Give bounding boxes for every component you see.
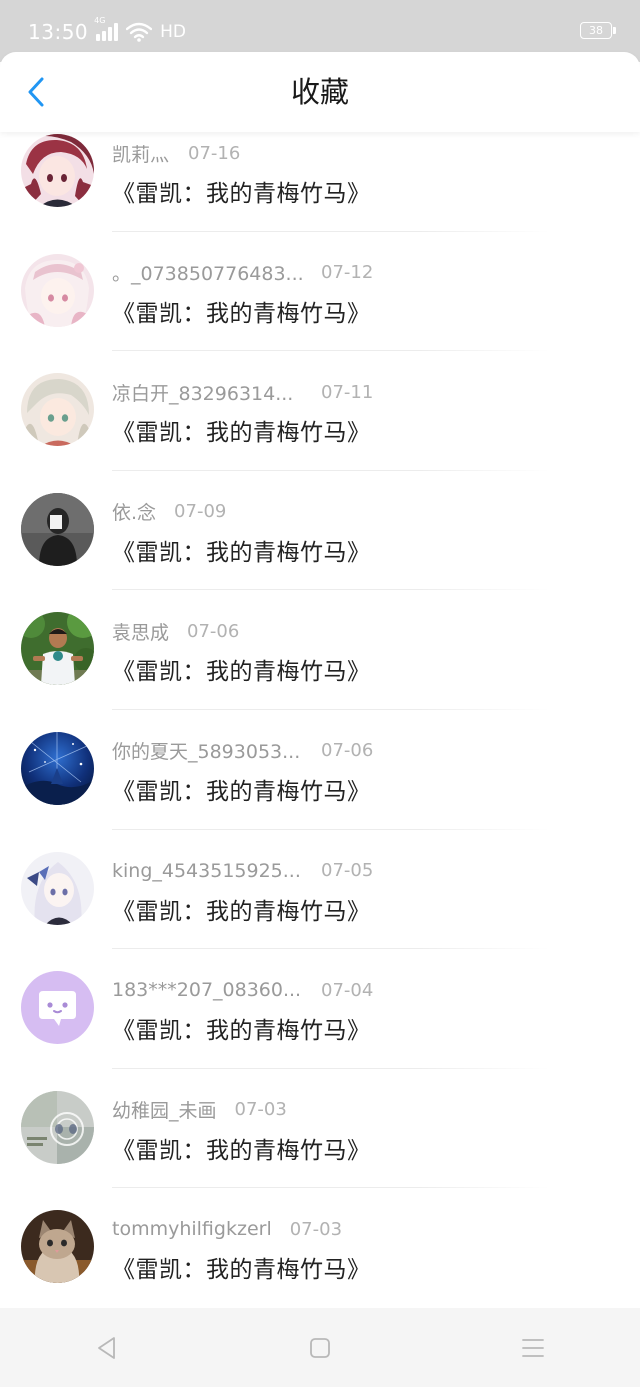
book-title[interactable]: 《雷凯：我的青梅竹马》 [112,652,371,686]
username[interactable]: king_4543515925... [112,860,301,882]
avatar[interactable] [21,1210,94,1284]
meta-row: 。_073850776483... 07-12 [112,260,373,286]
screen: 13:50 4G HD 38 收藏 凯莉灬 07-16 《雷凯：我的青梅竹马》 … [0,0,640,1387]
list-item[interactable]: 袁思成 07-06 《雷凯：我的青梅竹马》 [0,590,640,710]
book-title[interactable]: 《雷凯：我的青梅竹马》 [112,294,371,328]
avatar[interactable] [21,373,94,447]
meta-row: 凉白开_83296314... 07-11 [112,379,373,405]
username[interactable]: 你的夏天_5893053... [112,737,300,764]
status-left: 13:50 4G HD [28,17,187,46]
list-item[interactable]: tommyhilfigkzerl 07-03 《雷凯：我的青梅竹马》 [0,1188,640,1308]
date: 07-06 [187,620,240,642]
book-title[interactable]: 《雷凯：我的青梅竹马》 [112,1131,371,1165]
battery-icon: 38 [580,22,616,39]
status-time: 13:50 [28,20,89,44]
meta-row: 袁思成 07-06 [112,618,239,644]
list-item[interactable]: 幼稚园_未画 07-03 《雷凯：我的青梅竹马》 [0,1069,640,1189]
avatar[interactable] [21,971,94,1045]
date: 07-16 [188,142,241,164]
date: 07-03 [289,1218,343,1240]
username[interactable]: 。_073850776483... [112,259,304,286]
anime-girl-avatar-icon [21,253,94,327]
date: 07-04 [321,979,374,1001]
avatar[interactable] [21,492,94,566]
meta-row: tommyhilfigkzerl 07-03 [112,1216,342,1242]
collage-avatar-icon [21,1090,94,1164]
book-title[interactable]: 《雷凯：我的青梅竹马》 [112,174,371,208]
list-item[interactable]: 183***207_08360... 07-04 《雷凯：我的青梅竹马》 [0,949,640,1069]
book-title[interactable]: 《雷凯：我的青梅竹马》 [112,1011,371,1045]
nav-menu-button[interactable] [503,1318,563,1378]
list-item[interactable]: 你的夏天_5893053... 07-06 《雷凯：我的青梅竹马》 [0,710,640,830]
username[interactable]: 袁思成 [112,618,169,645]
lines-menu-icon [522,1338,545,1357]
meta-row: 凯莉灬 07-16 [112,140,240,166]
anime-girl-avatar-icon [21,134,94,207]
avatar[interactable] [21,612,94,686]
username[interactable]: tommyhilfigkzerl [112,1218,272,1240]
date: 07-03 [234,1099,287,1121]
network-type-label: 4G [94,16,106,25]
list-item[interactable]: king_4543515925... 07-05 《雷凯：我的青梅竹马》 [0,830,640,950]
dark-figure-avatar-icon [21,492,94,566]
avatar[interactable] [21,253,94,327]
date: 07-11 [321,381,374,403]
book-title[interactable]: 《雷凯：我的青梅竹马》 [112,1250,371,1284]
hd-indicator: HD [160,22,187,42]
date: 07-06 [321,740,374,762]
book-title[interactable]: 《雷凯：我的青梅竹马》 [112,533,371,567]
book-title[interactable]: 《雷凯：我的青梅竹马》 [112,892,371,926]
date: 07-09 [174,501,227,523]
navigation-bar [0,1308,640,1387]
username[interactable]: 凉白开_83296314... [112,379,298,406]
wifi-icon [126,22,153,42]
username[interactable]: 幼稚园_未画 [112,1096,217,1123]
meta-row: 183***207_08360... 07-04 [112,977,373,1003]
square-home-icon [310,1337,330,1358]
child-photo-avatar-icon [21,612,94,686]
kitten-photo-avatar-icon [21,1210,94,1284]
signal-icon: 4G [94,17,119,41]
default-chat-avatar-icon [21,971,94,1045]
favorites-list: 凯莉灬 07-16 《雷凯：我的青梅竹马》 。_073850776483... … [0,112,640,1308]
anime-girl-avatar-icon [21,373,94,447]
book-title[interactable]: 《雷凯：我的青梅竹马》 [112,772,371,806]
username[interactable]: 183***207_08360... [112,979,301,1001]
list-item[interactable]: 凉白开_83296314... 07-11 《雷凯：我的青梅竹马》 [0,351,640,471]
date: 07-12 [321,262,374,284]
anime-girl-avatar-icon [21,851,94,925]
list-item[interactable]: 依.念 07-09 《雷凯：我的青梅竹马》 [0,471,640,591]
page-title: 收藏 [290,75,349,109]
triangle-back-icon [97,1336,115,1359]
username[interactable]: 凯莉灬 [112,140,169,167]
avatar[interactable] [21,1090,94,1164]
avatar[interactable] [21,134,94,207]
meta-row: 依.念 07-09 [112,499,226,525]
date: 07-05 [321,860,374,882]
avatar[interactable] [21,731,94,805]
avatar[interactable] [21,851,94,925]
meta-row: king_4543515925... 07-05 [112,858,373,884]
nav-home-button[interactable] [290,1318,350,1378]
meta-row: 幼稚园_未画 07-03 [112,1097,287,1123]
list-item[interactable]: 。_073850776483... 07-12 《雷凯：我的青梅竹马》 [0,232,640,352]
nav-back-button[interactable] [77,1318,137,1378]
battery-level: 38 [589,24,603,37]
book-title[interactable]: 《雷凯：我的青梅竹马》 [112,413,371,447]
username[interactable]: 依.念 [112,498,156,525]
starry-night-avatar-icon [21,731,94,805]
header: 收藏 [0,52,640,132]
meta-row: 你的夏天_5893053... 07-06 [112,738,373,764]
